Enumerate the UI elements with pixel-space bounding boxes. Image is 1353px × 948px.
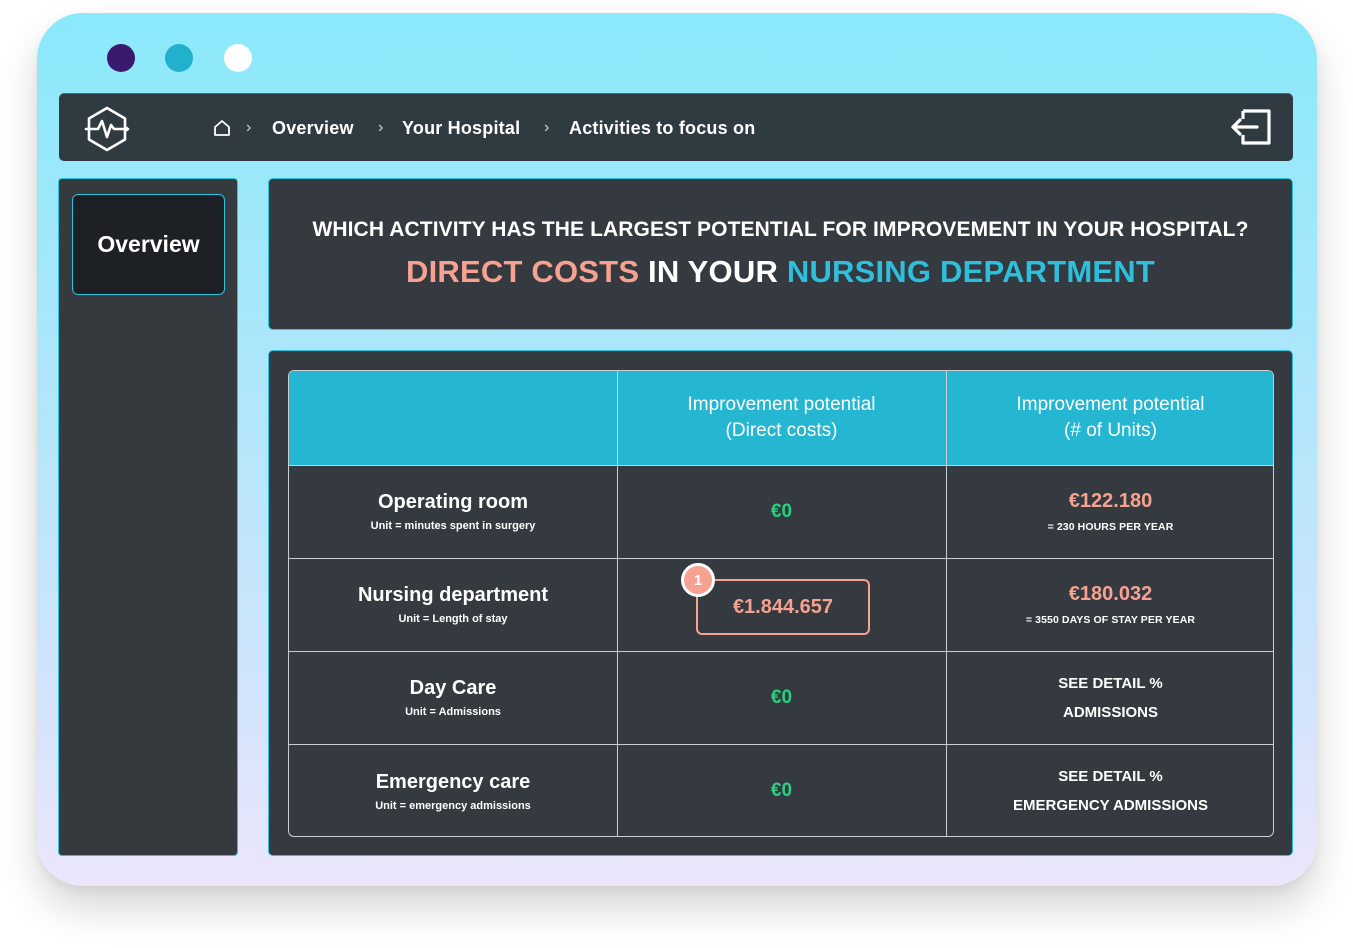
header-line-1: Improvement potential (687, 394, 876, 415)
headline-metric: DIRECT COSTS (406, 254, 640, 289)
row-title: Operating room (377, 491, 528, 513)
see-detail-line-1: SEE DETAIL % (1058, 674, 1163, 692)
logout-icon[interactable] (1229, 107, 1273, 147)
see-detail-line-1: SEE DETAIL % (1058, 768, 1163, 785)
step-badge: 1 (681, 563, 715, 597)
units-value: €180.032 (1068, 583, 1153, 605)
direct-cost-value: €0 (770, 780, 793, 801)
table-row-nursing-name: Nursing department Unit = Length of stay (289, 558, 617, 651)
row-unit: Unit = Admissions (405, 706, 501, 718)
see-detail-line-2: ADMISSIONS (1062, 703, 1158, 721)
row-title: Emergency care (375, 770, 531, 793)
table-cell-direct: €0 (617, 744, 946, 836)
units-value: €122.180 (1068, 490, 1153, 512)
table-cell-see-detail[interactable]: SEE DETAIL % EMERGENCY ADMISSIONS (946, 744, 1273, 836)
breadcrumb-item-your-hospital[interactable]: Your Hospital (402, 114, 520, 142)
headline-subtitle: DIRECT COSTS IN YOUR NURSING DEPARTMENT (268, 254, 1293, 290)
table-header-direct-costs: Improvement potential (Direct costs) (617, 371, 946, 465)
table-cell-see-detail[interactable]: SEE DETAIL % ADMISSIONS (946, 651, 1273, 744)
direct-cost-value: €0 (770, 500, 793, 522)
headline-department: NURSING DEPARTMENT (786, 254, 1155, 289)
table-header-cell-empty (289, 371, 617, 465)
table-divider (289, 558, 1273, 559)
home-icon[interactable] (212, 118, 232, 138)
row-title: Nursing department (357, 584, 549, 606)
table-divider (289, 651, 1273, 652)
step-badge-number: 1 (693, 571, 703, 589)
table-row-day-care-name: Day Care Unit = Admissions (289, 651, 617, 744)
table-cell-units: €180.032 = 3550 DAYS OF STAY PER YEAR (946, 558, 1273, 651)
header-line-2: (Direct costs) (725, 420, 838, 441)
header-line-1: Improvement potential (1016, 394, 1205, 415)
breadcrumb-separator: › (378, 119, 384, 136)
table-cell-direct: €0 (617, 465, 946, 558)
direct-cost-value: €1.844.657 (732, 595, 834, 618)
table-divider (946, 371, 947, 836)
units-sub: = 230 HOURS PER YEAR (1047, 521, 1174, 533)
table-cell-direct: €0 (617, 651, 946, 744)
table-row-operating-room-name: Operating room Unit = minutes spent in s… (289, 465, 617, 558)
header-line-2: (# of Units) (1064, 420, 1157, 441)
headline-question: WHICH ACTIVITY HAS THE LARGEST POTENTIAL… (312, 218, 1249, 241)
sidebar-item-overview[interactable]: Overview (72, 194, 225, 295)
table-divider (617, 371, 618, 836)
highlighted-direct-cost[interactable]: €1.844.657 (696, 579, 870, 635)
row-unit: Unit = emergency admissions (375, 799, 531, 812)
breadcrumb-item-activities[interactable]: Activities to focus on (569, 114, 755, 142)
table-divider (289, 465, 1273, 466)
table-header-units: Improvement potential (# of Units) (946, 371, 1273, 465)
window-dot-cyan (165, 44, 193, 72)
heartbeat-hexagon-icon[interactable] (84, 106, 130, 152)
headline-connector: IN YOUR (639, 254, 787, 289)
window-dot-purple (107, 44, 135, 72)
units-sub: = 3550 DAYS OF STAY PER YEAR (1025, 614, 1196, 626)
breadcrumb-separator: › (544, 119, 550, 136)
breadcrumb-item-overview[interactable]: Overview (272, 114, 354, 142)
sidebar-item-label: Overview (97, 231, 200, 257)
breadcrumb-separator: › (246, 119, 252, 136)
see-detail-line-2: EMERGENCY ADMISSIONS (1012, 797, 1209, 814)
row-title: Day Care (409, 677, 497, 699)
table-cell-units: €122.180 = 230 HOURS PER YEAR (946, 465, 1273, 558)
direct-cost-value: €0 (770, 686, 793, 708)
table-row-emergency-name: Emergency care Unit = emergency admissio… (289, 744, 617, 836)
row-unit: Unit = minutes spent in surgery (370, 520, 536, 532)
window-dot-white (224, 44, 252, 72)
table-divider (289, 744, 1273, 745)
row-unit: Unit = Length of stay (398, 613, 508, 625)
